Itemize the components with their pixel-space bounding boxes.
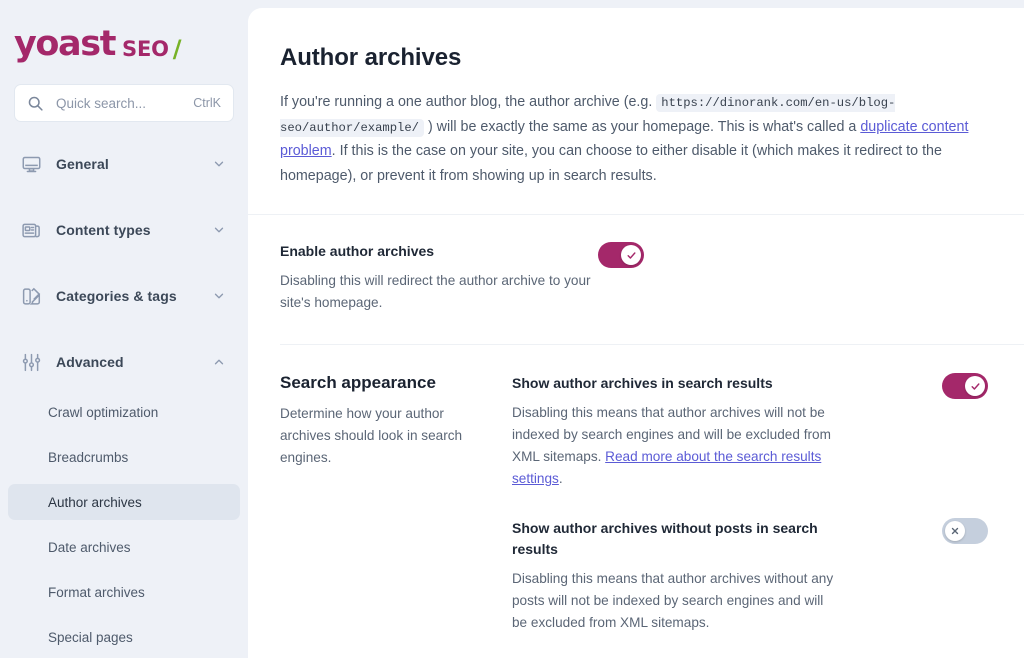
check-icon — [626, 252, 636, 259]
toggle-knob — [621, 245, 641, 266]
field-text-block: Show author archives in search results D… — [512, 373, 842, 490]
enable-author-archives-toggle[interactable] — [598, 242, 644, 269]
logo-wordmark: yoast — [14, 24, 116, 64]
enable-text-block: Enable author archives Disabling this wi… — [280, 241, 598, 314]
subitem-label: Special pages — [48, 629, 133, 645]
subitem-label: Breadcrumbs — [48, 449, 129, 465]
chevron-down-icon — [212, 223, 226, 237]
subitem-label: Author archives — [48, 494, 142, 510]
sidebar-item-date-archives[interactable]: Date archives — [8, 529, 240, 565]
subitem-label: Date archives — [48, 539, 131, 555]
intro-block: Author archives If you're running a one … — [248, 8, 1024, 188]
yoast-seo-settings-app: yoast SEO / Quick search... CtrlK Genera… — [0, 0, 1024, 658]
monitor-icon — [20, 153, 42, 175]
enable-author-archives-section: Enable author archives Disabling this wi… — [248, 215, 1024, 344]
enable-toggle-wrap — [598, 241, 644, 314]
search-icon — [27, 95, 44, 112]
intro-text-3: . If this is the case on your site, you … — [280, 143, 942, 184]
search-appearance-title: Search appearance — [280, 373, 436, 393]
sidebar-item-special-pages[interactable]: Special pages — [8, 619, 240, 655]
logo-product: SEO — [122, 37, 169, 62]
search-placeholder: Quick search... — [56, 95, 147, 111]
show-author-archives-toggle[interactable] — [942, 373, 988, 400]
swatch-icon — [20, 285, 42, 307]
show-author-archives-without-posts-toggle-wrap — [924, 518, 988, 549]
sidebar-item-general[interactable]: General — [8, 144, 240, 184]
main-content: Author archives If you're running a one … — [248, 8, 1024, 658]
page-title: Author archives — [280, 44, 462, 71]
enable-author-archives-description: Disabling this will redirect the author … — [280, 273, 591, 311]
sidebar-item-content-types[interactable]: Content types — [8, 210, 240, 250]
search-appearance-section: Search appearance Determine how your aut… — [248, 345, 1024, 654]
field-show-author-archives-without-posts: Show author archives without posts in se… — [512, 518, 988, 634]
page-intro-paragraph: If you're running a one author blog, the… — [280, 90, 988, 188]
sidebar-nav: General Content types Categories & tags … — [0, 144, 248, 655]
sidebar-item-label: Categories & tags — [56, 288, 177, 304]
chevron-up-icon — [212, 355, 226, 369]
sidebar-item-format-archives[interactable]: Format archives — [8, 574, 240, 610]
subitem-label: Crawl optimization — [48, 404, 159, 420]
article-icon — [20, 219, 42, 241]
show-author-archives-without-posts-label: Show author archives without posts in se… — [512, 520, 818, 558]
subitem-label: Format archives — [48, 584, 145, 600]
field-text-block: Show author archives without posts in se… — [512, 518, 842, 634]
cross-icon — [951, 528, 959, 535]
toggle-knob — [965, 376, 985, 397]
show-author-archives-without-posts-description: Disabling this means that author archive… — [512, 571, 834, 631]
show-author-archives-description: Disabling this means that author archive… — [512, 402, 842, 490]
sliders-icon — [20, 351, 42, 373]
search-appearance-fields: Show author archives in search results D… — [512, 373, 988, 634]
field-show-author-archives: Show author archives in search results D… — [512, 373, 988, 490]
search-appearance-intro: Search appearance Determine how your aut… — [280, 373, 512, 634]
sidebar-item-breadcrumbs[interactable]: Breadcrumbs — [8, 439, 240, 475]
search-shortcut-hint: CtrlK — [193, 96, 221, 110]
sidebar-item-label: Content types — [56, 222, 151, 238]
search-appearance-description: Determine how your author archives shoul… — [280, 406, 463, 466]
sidebar-item-label: General — [56, 156, 109, 172]
search-input[interactable]: Quick search... CtrlK — [14, 84, 234, 122]
yoast-logo[interactable]: yoast SEO / — [0, 0, 248, 62]
sidebar-item-crawl-optimization[interactable]: Crawl optimization — [8, 394, 240, 430]
chevron-down-icon — [212, 157, 226, 171]
sidebar-item-label: Advanced — [56, 354, 124, 370]
show-author-archives-without-posts-toggle[interactable] — [942, 518, 988, 545]
intro-text-2: ) will be exactly the same as your homep… — [423, 118, 861, 135]
sidebar-item-author-archives[interactable]: Author archives — [8, 484, 240, 520]
check-icon — [970, 383, 980, 390]
sidebar-item-categories-tags[interactable]: Categories & tags — [8, 276, 240, 316]
sidebar: yoast SEO / Quick search... CtrlK Genera… — [0, 0, 248, 658]
advanced-subnav: Crawl optimization Breadcrumbs Author ar… — [0, 394, 248, 655]
show-author-archives-toggle-wrap — [924, 373, 988, 404]
desc-text-2: . — [558, 471, 563, 487]
enable-author-archives-label: Enable author archives — [280, 243, 435, 260]
sidebar-item-advanced[interactable]: Advanced — [8, 342, 240, 382]
intro-text-1: If you're running a one author blog, the… — [280, 94, 657, 110]
toggle-knob — [945, 521, 965, 542]
chevron-down-icon — [212, 289, 226, 303]
show-author-archives-label: Show author archives in search results — [512, 375, 773, 392]
logo-slash: / — [172, 34, 182, 63]
